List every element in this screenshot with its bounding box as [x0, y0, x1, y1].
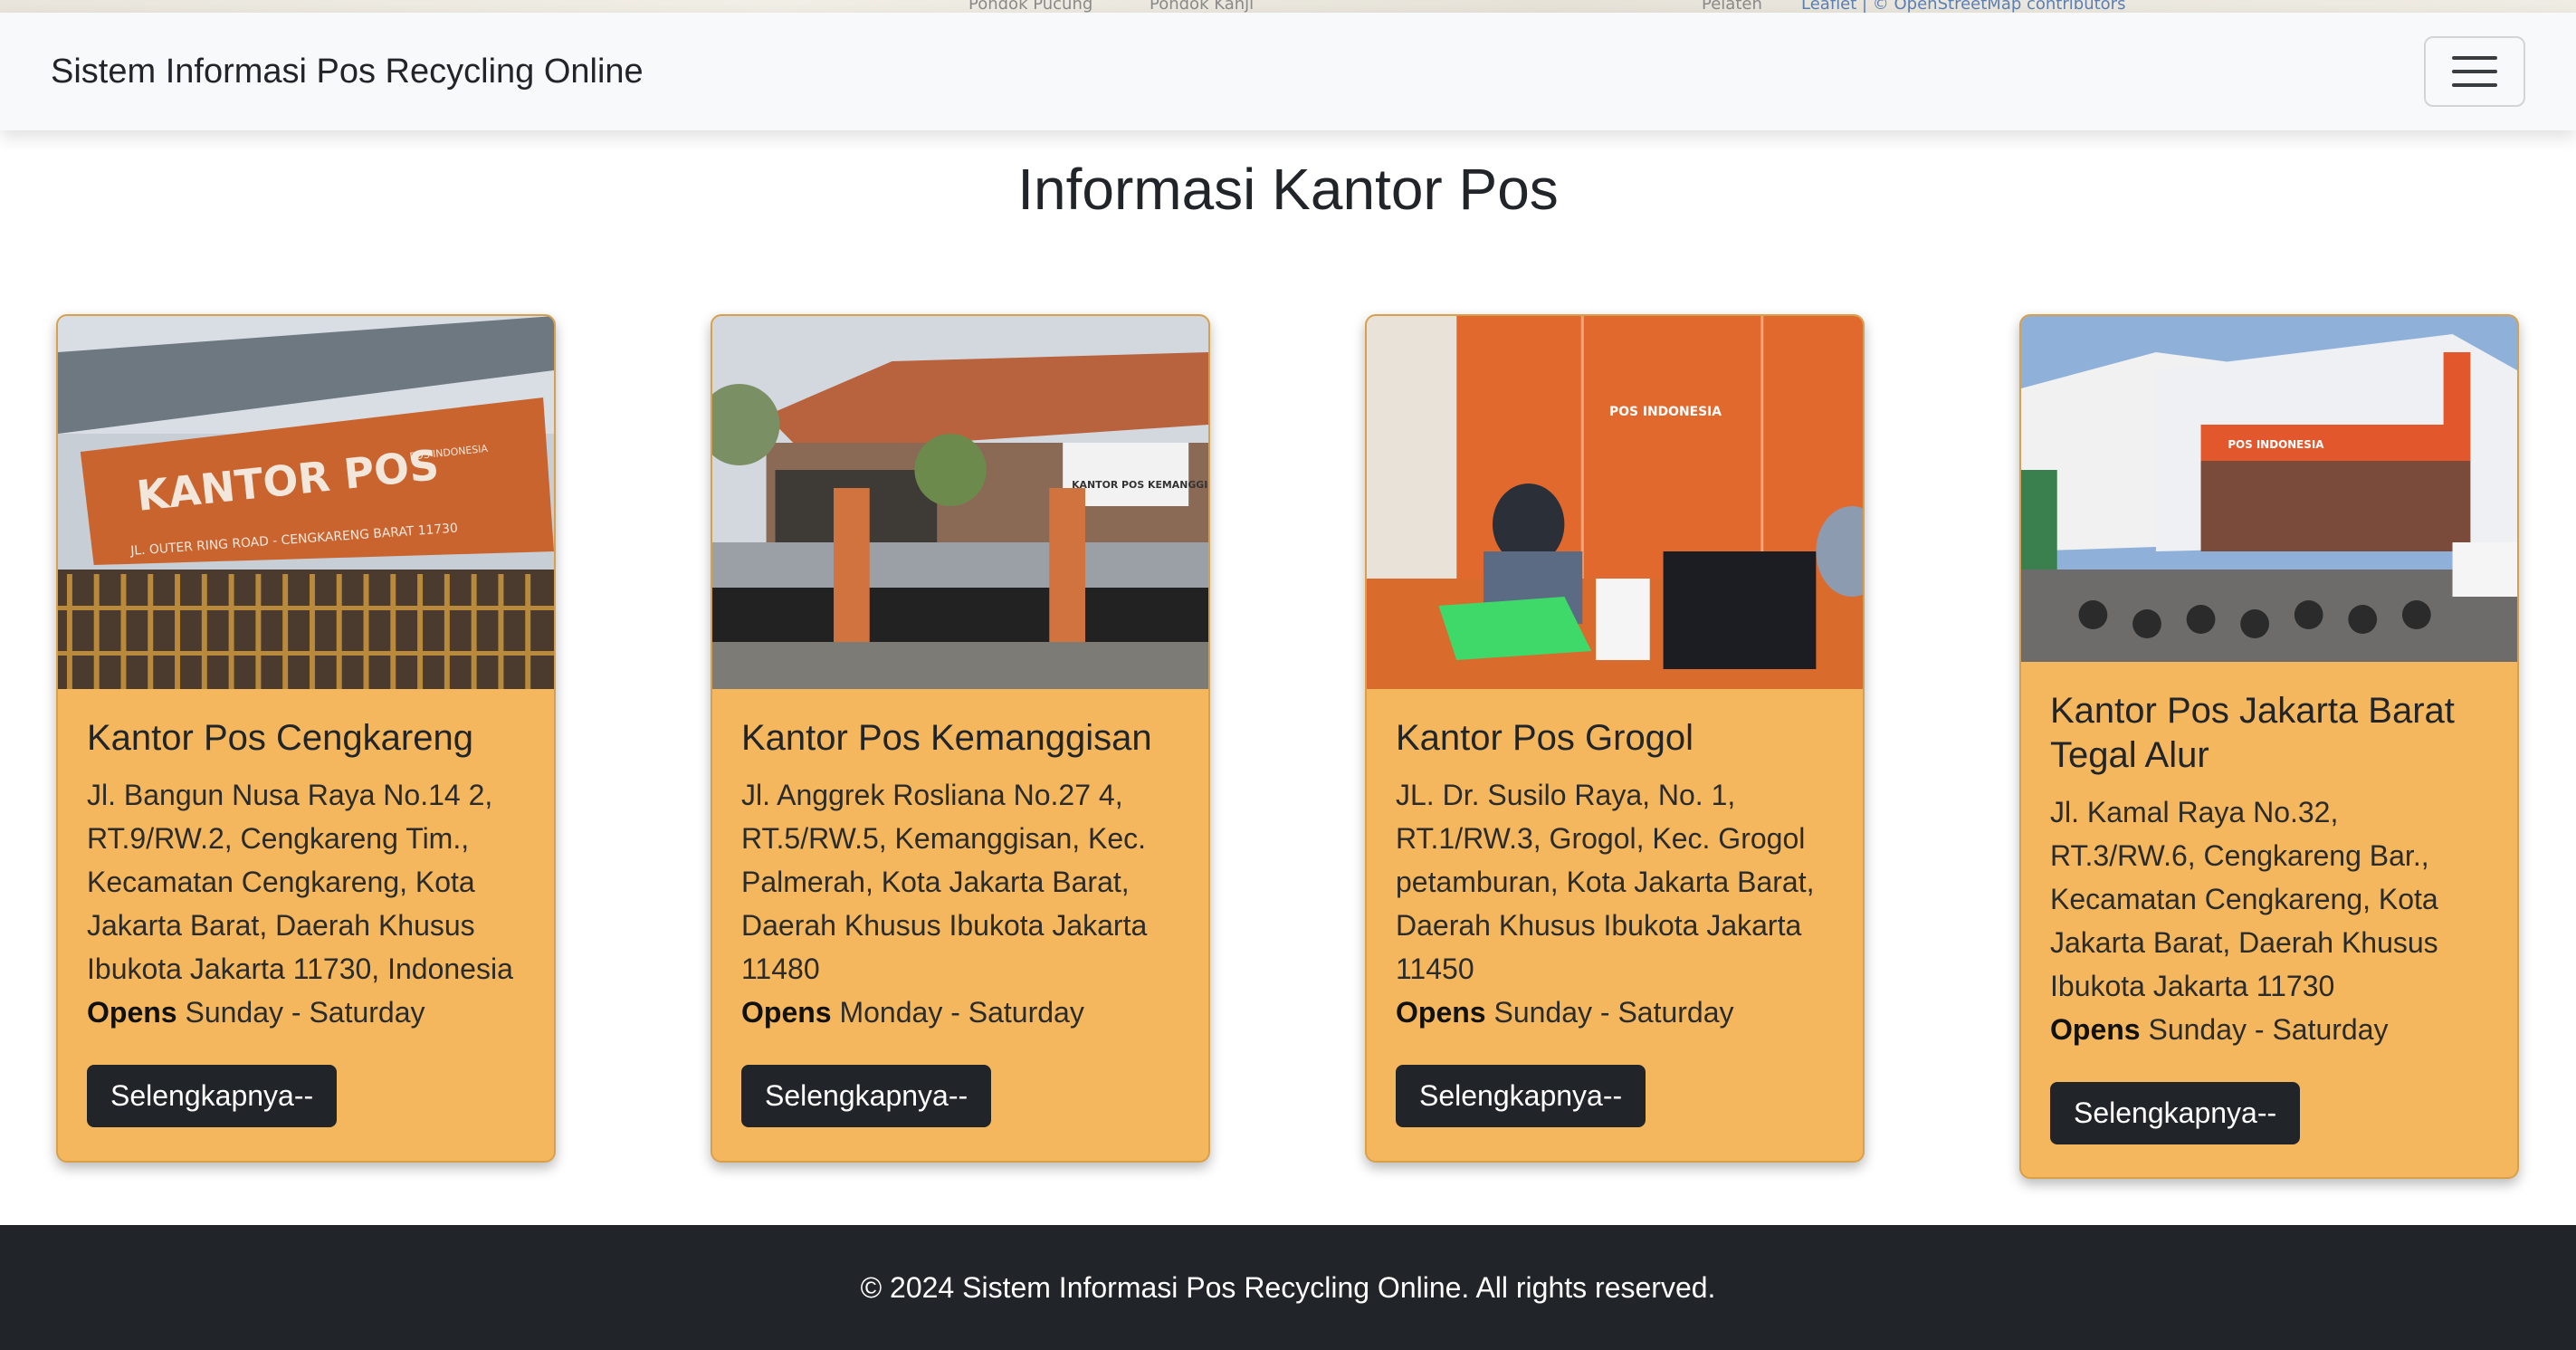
opens-label: Opens	[2050, 1012, 2141, 1046]
opens-days: Sunday - Saturday	[1493, 995, 1734, 1029]
office-name: Kantor Pos Jakarta Barat Tegal Alur	[2050, 691, 2455, 775]
opens-days: Sunday - Saturday	[185, 995, 425, 1029]
detail-button[interactable]: Selengkapnya--	[2050, 1081, 2301, 1144]
detail-button[interactable]: Selengkapnya--	[87, 1064, 338, 1127]
office-photo-cengkareng: KANTOR POS POS INDONESIA JL. OUTER RING …	[58, 316, 554, 689]
office-card-grogol: POS INDONESIA Kantor Pos Grogol JL. Dr. …	[1365, 314, 1865, 1163]
opens-label: Opens	[741, 995, 832, 1029]
footer-copyright: © 2024 Sistem Informasi Pos Recycling On…	[860, 1270, 1716, 1304]
office-card-cengkareng: KANTOR POS POS INDONESIA JL. OUTER RING …	[56, 314, 556, 1163]
office-opening-hours: Opens Sunday - Saturday	[87, 991, 525, 1034]
navbar-toggler-button[interactable]	[2424, 36, 2525, 107]
opens-days: Sunday - Saturday	[2148, 1012, 2389, 1046]
office-cards: KANTOR POS POS INDONESIA JL. OUTER RING …	[0, 0, 2576, 1350]
card-body: Kantor Pos Cengkareng Jl. Bangun Nusa Ra…	[58, 689, 554, 1158]
office-opening-hours: Opens Sunday - Saturday	[1396, 991, 1834, 1034]
hamburger-menu-icon	[2452, 56, 2497, 87]
detail-button[interactable]: Selengkapnya--	[1396, 1064, 1646, 1127]
office-card-kemanggisan: KANTOR POS KEMANGGISAN Kantor Pos Kemang…	[711, 314, 1210, 1163]
office-name: Kantor Pos Kemanggisan	[741, 718, 1152, 758]
office-photo: KANTOR POS KEMANGGISAN	[712, 316, 1208, 689]
office-address: Jl. Kamal Raya No.32, RT.3/RW.6, Cengkar…	[2050, 795, 2438, 1002]
office-address: Jl. Anggrek Rosliana No.27 4, RT.5/RW.5,…	[741, 778, 1148, 985]
office-photo: KANTOR POS POS INDONESIA JL. OUTER RING …	[58, 316, 554, 689]
navbar: Sistem Informasi Pos Recycling Online	[0, 13, 2576, 130]
office-name: Kantor Pos Cengkareng	[87, 718, 473, 758]
office-opening-hours: Opens Monday - Saturday	[741, 991, 1179, 1034]
office-card-tegal-alur: POS INDONESIA Kantor Pos Jakarta Barat T…	[2019, 314, 2519, 1179]
office-photo-grogol: POS INDONESIA	[1367, 316, 1863, 689]
card-body: Kantor Pos Jakarta Barat Tegal Alur Jl. …	[2021, 662, 2517, 1175]
card-body: Kantor Pos Kemanggisan Jl. Anggrek Rosli…	[712, 689, 1208, 1158]
office-photo-tegal-alur: POS INDONESIA	[2021, 316, 2517, 662]
office-address: Jl. Bangun Nusa Raya No.14 2, RT.9/RW.2,…	[87, 778, 513, 985]
navbar-brand[interactable]: Sistem Informasi Pos Recycling Online	[51, 53, 644, 91]
office-photo: POS INDONESIA	[1367, 316, 1863, 689]
opens-label: Opens	[1396, 995, 1486, 1029]
office-photo-kemanggisan: KANTOR POS KEMANGGISAN	[712, 316, 1208, 689]
opens-days: Monday - Saturday	[839, 995, 1084, 1029]
photo-logo-text: POS INDONESIA	[2228, 438, 2324, 451]
office-opening-hours: Opens Sunday - Saturday	[2050, 1008, 2488, 1051]
photo-logo-text: POS INDONESIA	[1609, 405, 1722, 419]
detail-button[interactable]: Selengkapnya--	[741, 1064, 992, 1127]
office-name: Kantor Pos Grogol	[1396, 718, 1694, 758]
office-photo: POS INDONESIA	[2021, 316, 2517, 662]
office-address: JL. Dr. Susilo Raya, No. 1, RT.1/RW.3, G…	[1396, 778, 1815, 985]
photo-sign-text: KANTOR POS KEMANGGISAN	[1072, 479, 1208, 491]
card-body: Kantor Pos Grogol JL. Dr. Susilo Raya, N…	[1367, 689, 1863, 1158]
footer: © 2024 Sistem Informasi Pos Recycling On…	[0, 1225, 2576, 1350]
opens-label: Opens	[87, 995, 177, 1029]
